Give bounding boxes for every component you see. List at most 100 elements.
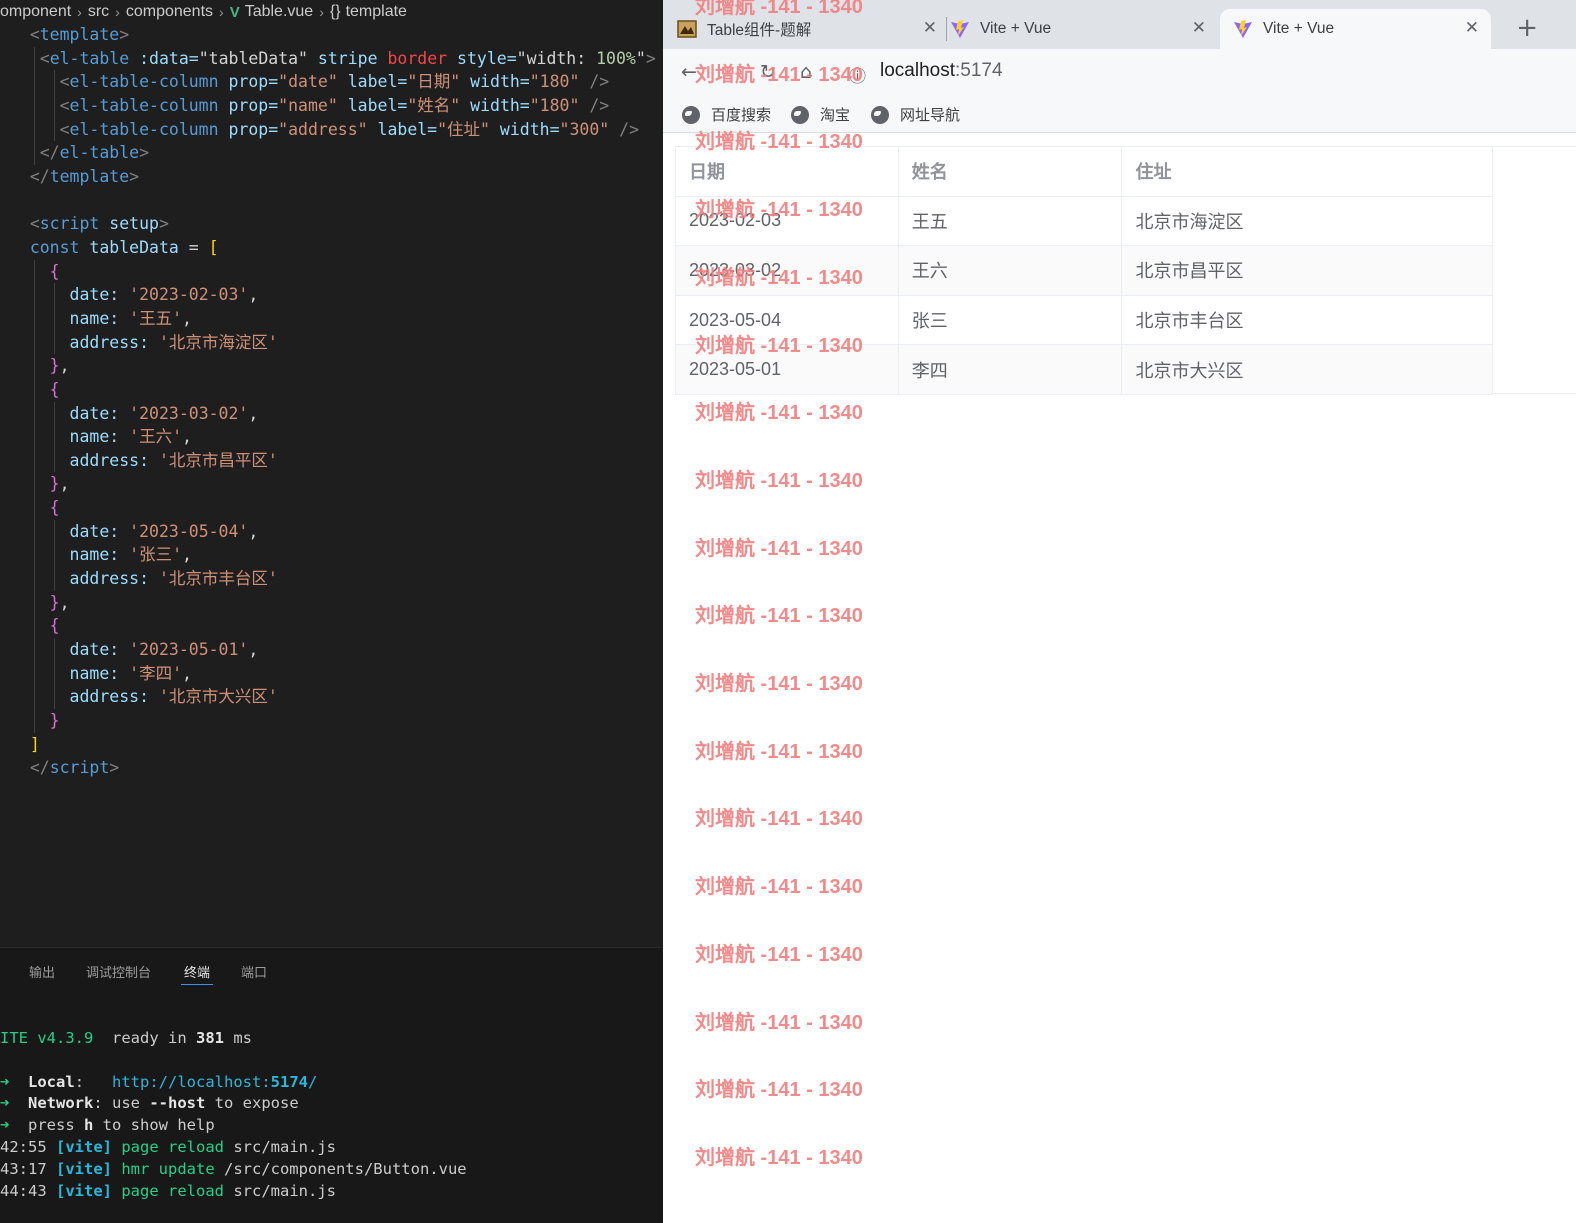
terminal-output[interactable]: ITE v4.3.9 ready in 381 ms ➜ Local: http:… bbox=[0, 1028, 467, 1202]
vite-icon bbox=[1233, 19, 1253, 39]
tab-ports[interactable]: 端口 bbox=[241, 962, 267, 981]
code-token: stripe bbox=[308, 48, 388, 68]
code-token: name: bbox=[69, 308, 130, 328]
tab-output[interactable]: 输出 bbox=[29, 962, 55, 981]
code-token: '李四' bbox=[129, 663, 183, 683]
terminal-token: to show help bbox=[93, 1116, 215, 1135]
code-line: <template> bbox=[0, 23, 663, 47]
bookmark-navigation[interactable]: 网址导航 bbox=[871, 104, 960, 125]
terminal-token: ITE v4.3.9 bbox=[0, 1029, 94, 1047]
cell-date: 2023-05-01 bbox=[675, 344, 899, 395]
terminal-token: --host bbox=[149, 1094, 206, 1113]
el-table: 日期 姓名 住址 2023-02-03 王五 北京市海淀区 2023-03-02… bbox=[675, 146, 1493, 395]
watermark-text: 刘增航 -141 - 1340 bbox=[695, 469, 863, 492]
close-icon[interactable]: ✕ bbox=[1192, 18, 1206, 38]
code-token: "name" bbox=[278, 95, 338, 115]
code-token: label= bbox=[337, 72, 408, 92]
terminal-token: 44:43 bbox=[0, 1181, 56, 1200]
table-row: 2023-05-01 李四 北京市大兴区 bbox=[675, 344, 1493, 395]
code-token: } bbox=[49, 474, 60, 494]
cell-name: 李四 bbox=[897, 344, 1123, 395]
code-line: const tableData = [ bbox=[0, 236, 663, 260]
table-row: 2023-03-02 王六 北京市昌平区 bbox=[675, 245, 1493, 296]
breadcrumb-item[interactable]: template bbox=[346, 3, 407, 21]
code-token: > bbox=[139, 143, 150, 163]
code-token: width= bbox=[460, 72, 530, 92]
code-token: '北京市丰台区' bbox=[158, 569, 278, 589]
breadcrumb-item[interactable]: components bbox=[126, 3, 213, 21]
code-token: name: bbox=[69, 545, 130, 565]
terminal-line: ➜ press h to show help bbox=[0, 1115, 467, 1137]
address-bar[interactable]: localhost:5174 bbox=[880, 60, 1003, 82]
terminal-token: ➜ bbox=[0, 1116, 10, 1135]
terminal-line: ➜ Network: use --host to expose bbox=[0, 1093, 467, 1115]
breadcrumb-item[interactable]: Table.vue bbox=[245, 3, 314, 21]
browser-tab-3-active[interactable]: Vite + Vue ✕ bbox=[1220, 9, 1491, 49]
code-token: < bbox=[59, 119, 70, 139]
code-token: const bbox=[29, 237, 80, 257]
terminal-token: page reload bbox=[112, 1181, 234, 1200]
code-token: < bbox=[39, 48, 50, 68]
code-token: , bbox=[182, 427, 192, 447]
back-arrow-icon[interactable]: ← bbox=[681, 61, 697, 83]
panel-tabs: 输出 调试控制台 终端 端口 bbox=[0, 948, 663, 992]
code-token: < bbox=[29, 214, 40, 234]
home-icon[interactable]: ⌂ bbox=[800, 61, 812, 83]
browser-tab-2[interactable]: Vite + Vue ✕ bbox=[950, 9, 1218, 49]
terminal-token: Network bbox=[28, 1094, 94, 1113]
code-token: el-table bbox=[59, 143, 140, 163]
site-info-icon[interactable]: ⓘ bbox=[849, 62, 866, 87]
breadcrumb-item[interactable]: src bbox=[88, 3, 109, 21]
tab-debug-console[interactable]: 调试控制台 bbox=[86, 962, 151, 981]
cell-name: 王五 bbox=[897, 195, 1123, 247]
code-token: name: bbox=[69, 663, 130, 683]
cell-name: 张三 bbox=[897, 294, 1123, 346]
bookmark-label: 网址导航 bbox=[900, 107, 961, 124]
column-header-name: 姓名 bbox=[897, 146, 1123, 197]
reload-icon[interactable]: ↻ bbox=[760, 61, 776, 83]
code-token: width= bbox=[490, 119, 560, 139]
tab-terminal[interactable]: 终端 bbox=[180, 962, 214, 985]
indent-guide bbox=[54, 519, 55, 544]
code-token: label= bbox=[367, 119, 438, 139]
breadcrumb-item[interactable]: omponent bbox=[0, 3, 71, 21]
code-editor[interactable]: <template> <el-table :data="tableData" s… bbox=[0, 23, 663, 780]
close-icon[interactable]: ✕ bbox=[923, 18, 937, 38]
code-token: /> bbox=[579, 95, 610, 115]
indent-guide bbox=[34, 306, 35, 331]
close-icon[interactable]: ✕ bbox=[1465, 18, 1479, 38]
code-line: address: '北京市丰台区' bbox=[0, 567, 663, 591]
cell-address: 北京市昌平区 bbox=[1121, 245, 1493, 296]
chevron-right-icon: › bbox=[219, 4, 224, 20]
terminal-line: ITE v4.3.9 ready in 381 ms bbox=[0, 1028, 467, 1050]
code-token: script bbox=[39, 214, 100, 234]
code-line: address: '北京市海淀区' bbox=[0, 330, 663, 355]
watermark-text: 刘增航 -141 - 1340 bbox=[695, 605, 863, 628]
code-line: { bbox=[0, 614, 663, 639]
bookmark-baidu[interactable]: 百度搜索 bbox=[682, 104, 771, 125]
code-token: = bbox=[178, 237, 209, 257]
vscode-editor: omponent › src › components › V Table.vue › {} tem… bbox=[0, 0, 663, 1223]
terminal-token: 43:17 bbox=[0, 1159, 56, 1178]
code-line: <el-table-column prop="address" label="住… bbox=[0, 117, 663, 142]
code-token: el-table bbox=[49, 48, 130, 68]
terminal-token: src/main.js bbox=[233, 1181, 336, 1200]
terminal-line: 42:55 [vite] page reload src/main.js bbox=[0, 1137, 467, 1159]
code-token: "180" bbox=[529, 95, 580, 115]
code-token: > bbox=[645, 48, 656, 68]
code-token: address: bbox=[69, 450, 159, 470]
bookmark-taobao[interactable]: 淘宝 bbox=[791, 104, 850, 125]
indent-guide bbox=[34, 638, 35, 662]
indent-guide bbox=[34, 425, 35, 449]
terminal-token: 381 bbox=[195, 1029, 224, 1047]
bookmark-label: 淘宝 bbox=[820, 107, 851, 124]
code-token: { bbox=[49, 616, 60, 636]
code-token: ] bbox=[29, 734, 40, 754]
code-token: prop= bbox=[218, 119, 279, 139]
new-tab-button[interactable]: + bbox=[1516, 13, 1538, 43]
browser-tab-1[interactable]: Table组件-题解 ✕ bbox=[677, 9, 949, 49]
code-token: '北京市昌平区' bbox=[158, 450, 278, 470]
